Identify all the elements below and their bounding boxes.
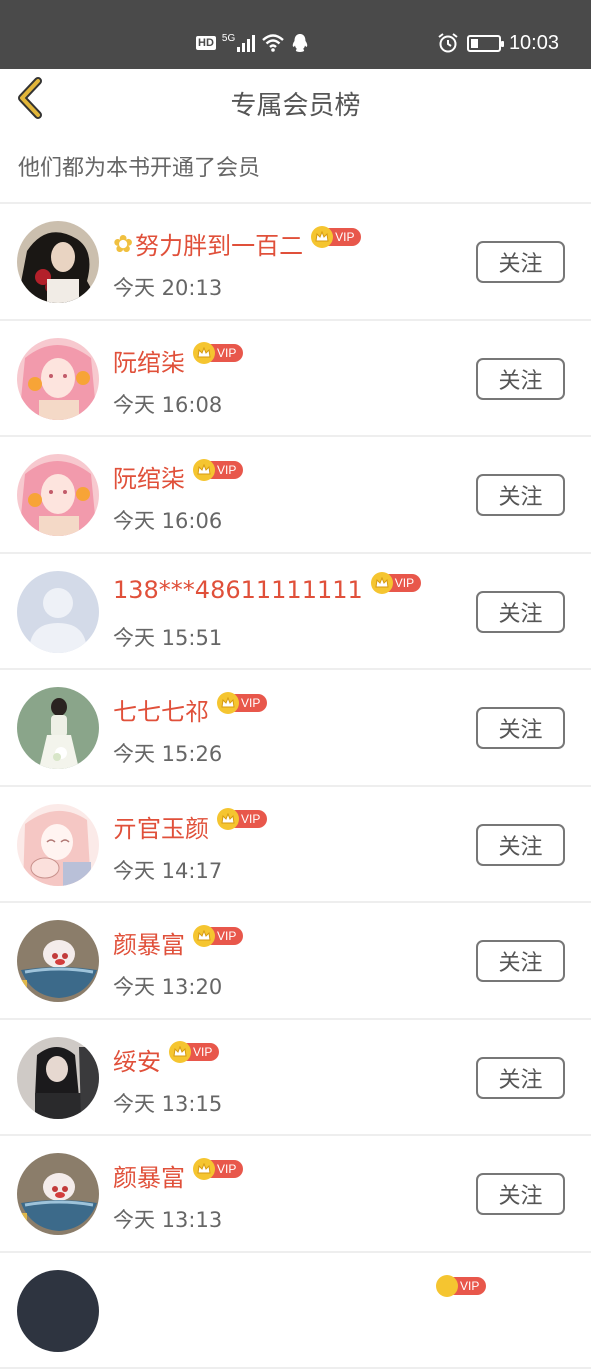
member-row[interactable]: 颜暴富 VIP 今天 13:13 关注 — [0, 1136, 591, 1253]
vip-badge: VIP — [436, 1275, 486, 1297]
member-name-line: 七七七祁 VIP — [113, 692, 267, 727]
member-list: ✿努力胖到一百二VIP今天 20:13关注阮绾柒VIP今天 16:08关注阮绾柒… — [0, 204, 591, 1369]
vip-badge: VIP — [371, 572, 421, 594]
avatar[interactable] — [17, 1153, 99, 1235]
avatar[interactable] — [17, 920, 99, 1002]
member-time: 今天 13:15 — [113, 1088, 222, 1118]
follow-button[interactable]: 关注 — [476, 1057, 565, 1099]
member-time: 今天 14:17 — [113, 855, 222, 885]
page-title: 专属会员榜 — [0, 85, 591, 122]
member-row-partial[interactable]: VIP — [0, 1253, 591, 1369]
avatar[interactable] — [17, 1037, 99, 1119]
crown-icon — [217, 692, 239, 714]
vip-badge: VIP — [193, 459, 243, 481]
member-name[interactable]: 阮绾柒 — [113, 459, 185, 494]
member-name[interactable]: 绥安 — [113, 1042, 161, 1077]
member-time: 今天 16:06 — [113, 505, 222, 535]
member-name[interactable]: 颜暴富 — [113, 1158, 185, 1193]
avatar[interactable] — [17, 221, 99, 303]
member-name-line: 阮绾柒 VIP — [113, 343, 243, 378]
member-name[interactable]: 138***48611111111 — [113, 576, 363, 604]
member-name[interactable]: 颜暴富 — [113, 925, 185, 960]
crown-icon — [193, 459, 215, 481]
member-name[interactable]: 努力胖到一百二 — [135, 226, 303, 261]
member-name-line: 亓官玉颜 VIP — [113, 809, 267, 844]
crown-icon — [371, 572, 393, 594]
status-bar: HD 5G 10:03 — [0, 0, 591, 69]
crown-icon — [217, 808, 239, 830]
member-name[interactable]: 阮绾柒 — [113, 343, 185, 378]
hd-icon: HD — [196, 36, 216, 50]
follow-button[interactable]: 关注 — [476, 241, 565, 283]
battery-icon — [467, 35, 501, 52]
wifi-icon — [261, 33, 285, 53]
vip-badge: VIP — [217, 808, 267, 830]
member-row[interactable]: 138***48611111111VIP今天 15:51关注 — [0, 554, 591, 671]
header: 专属会员榜 — [0, 69, 591, 137]
avatar[interactable] — [17, 687, 99, 769]
follow-button[interactable]: 关注 — [476, 591, 565, 633]
member-name-line: 颜暴富 VIP — [113, 1158, 243, 1193]
crown-icon — [169, 1041, 191, 1063]
crown-icon — [193, 342, 215, 364]
vip-badge: VIP — [193, 342, 243, 364]
member-name-line: 颜暴富 VIP — [113, 925, 243, 960]
vip-badge: VIP — [311, 226, 361, 248]
crown-icon — [436, 1275, 458, 1297]
avatar[interactable] — [17, 454, 99, 536]
member-time: 今天 15:51 — [113, 622, 222, 652]
page-subtitle: 他们都为本书开通了会员 — [18, 150, 260, 182]
member-row[interactable]: 颜暴富 VIP 今天 13:20 关注 — [0, 903, 591, 1020]
member-name[interactable]: 亓官玉颜 — [113, 809, 209, 844]
member-name-line: 阮绾柒 VIP — [113, 459, 243, 494]
follow-button[interactable]: 关注 — [476, 358, 565, 400]
follow-button[interactable]: 关注 — [476, 474, 565, 516]
member-time: 今天 15:26 — [113, 738, 222, 768]
member-name-line: VIP — [428, 1275, 486, 1297]
network-type-label: 5G — [222, 33, 235, 44]
follow-button[interactable]: 关注 — [476, 707, 565, 749]
member-time: 今天 13:13 — [113, 1204, 222, 1234]
vip-badge: VIP — [193, 925, 243, 947]
member-time: 今天 13:20 — [113, 971, 222, 1001]
follow-button[interactable]: 关注 — [476, 1173, 565, 1215]
signal-icon — [237, 34, 255, 52]
vip-badge: VIP — [169, 1041, 219, 1063]
member-name[interactable]: 七七七祁 — [113, 692, 209, 727]
crown-icon — [193, 1158, 215, 1180]
status-time: 10:03 — [509, 32, 559, 55]
member-row[interactable]: 阮绾柒 VIP 今天 16:06 关注 — [0, 437, 591, 554]
member-time: 今天 16:08 — [113, 389, 222, 419]
member-row[interactable]: ✿努力胖到一百二 VIP 今天 20:13 关注 — [0, 204, 591, 321]
member-time: 今天 20:13 — [113, 272, 222, 302]
member-row[interactable]: 亓官玉颜 VIP 今天 14:17 关注 — [0, 787, 591, 904]
avatar[interactable] — [17, 338, 99, 420]
vip-badge: VIP — [193, 1158, 243, 1180]
flower-icon: ✿ — [113, 230, 133, 258]
member-row[interactable]: 七七七祁 VIP 今天 15:26 关注 — [0, 670, 591, 787]
crown-icon — [193, 925, 215, 947]
member-name-line: ✿努力胖到一百二 VIP — [113, 226, 361, 261]
follow-button[interactable]: 关注 — [476, 940, 565, 982]
member-row[interactable]: 阮绾柒 VIP 今天 16:08 关注 — [0, 321, 591, 438]
status-bar-left-icons: HD 5G — [196, 30, 309, 56]
member-name-line: 138***48611111111VIP — [113, 576, 421, 604]
qq-icon — [291, 33, 309, 53]
avatar[interactable] — [17, 804, 99, 886]
member-row[interactable]: 绥安 VIP 今天 13:15 关注 — [0, 1020, 591, 1137]
alarm-icon — [437, 32, 459, 54]
avatar[interactable] — [17, 1270, 99, 1352]
member-name-line: 绥安 VIP — [113, 1042, 219, 1077]
crown-icon — [311, 226, 333, 248]
status-bar-right-icons: 10:03 — [437, 30, 559, 56]
battery-fill — [471, 39, 478, 48]
avatar[interactable] — [17, 571, 99, 653]
vip-badge: VIP — [217, 692, 267, 714]
follow-button[interactable]: 关注 — [476, 824, 565, 866]
